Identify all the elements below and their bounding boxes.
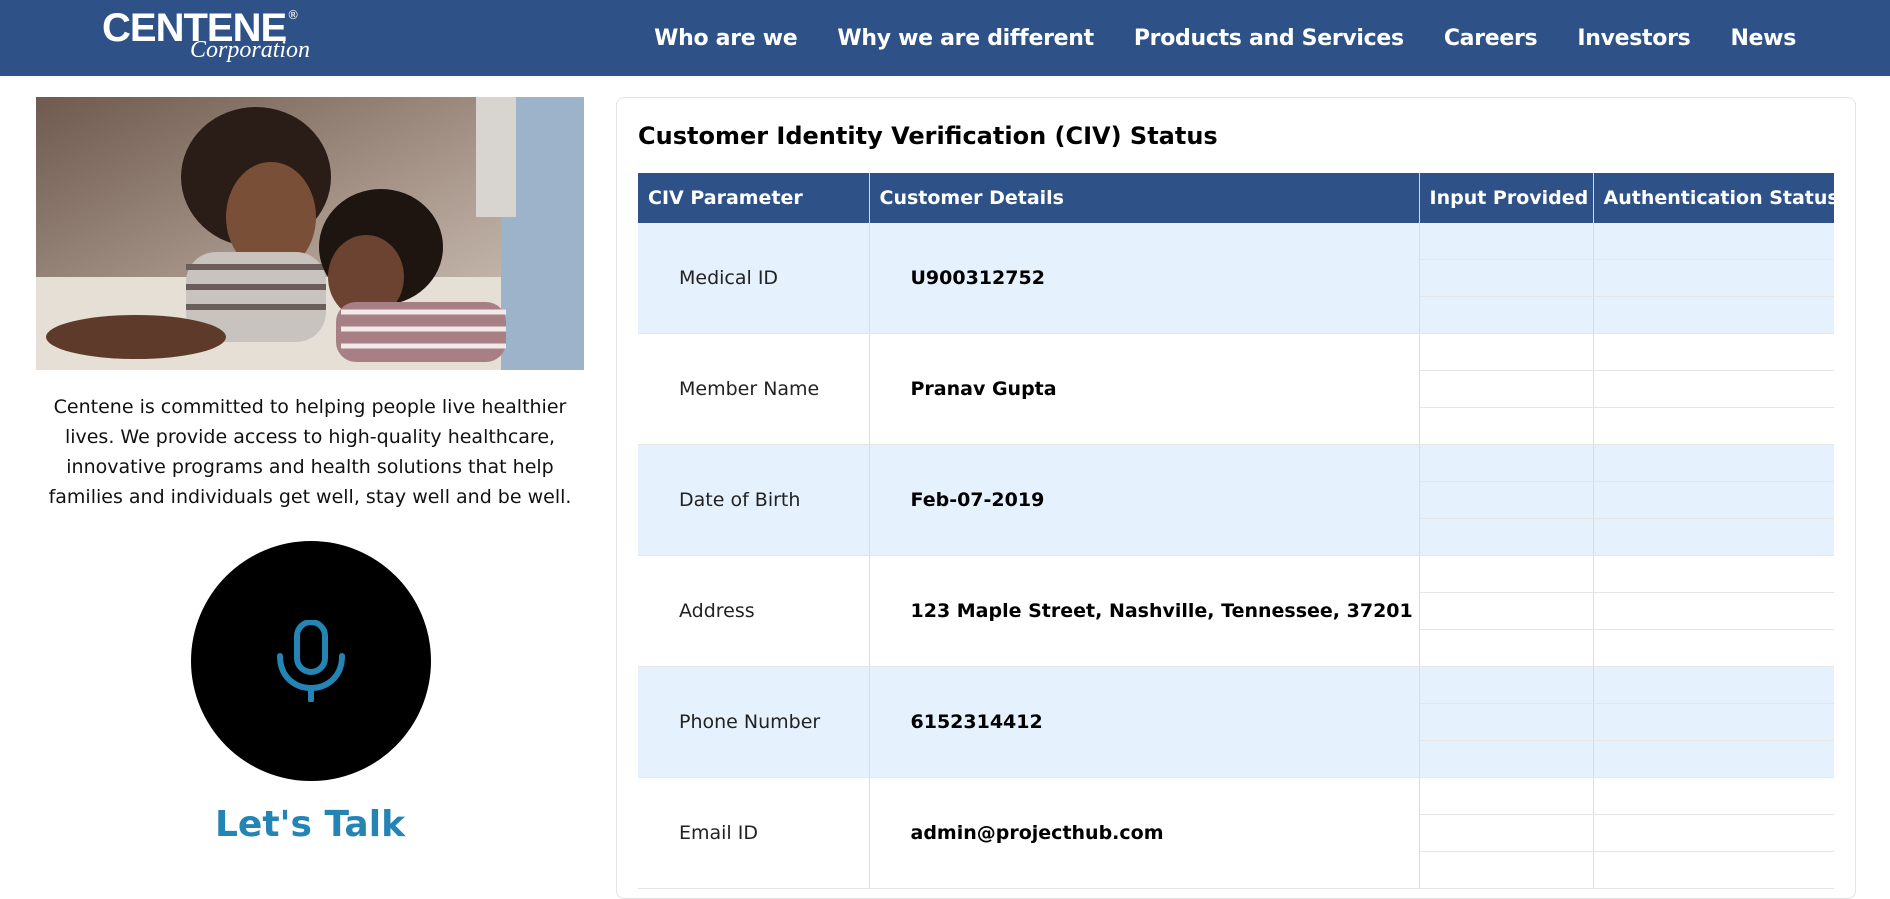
logo-subtitle: Corporation xyxy=(190,37,311,63)
microphone-icon xyxy=(277,620,345,702)
nav-news[interactable]: News xyxy=(1730,26,1796,51)
detail-cell: Feb-07-2019 xyxy=(869,444,1420,556)
detail-cell: U900312752 xyxy=(869,223,1420,334)
param-cell: Date of Birth xyxy=(638,444,870,556)
status-cell xyxy=(1593,333,1834,371)
centene-logo[interactable]: CENTENE® Corporation xyxy=(102,8,310,62)
col-civ-parameter: CIV Parameter xyxy=(638,173,870,223)
detail-cell: Pranav Gupta xyxy=(869,333,1420,445)
family-photo xyxy=(36,97,584,370)
status-cell xyxy=(1593,259,1834,297)
civ-table-header: CIV Parameter Customer Details Input Pro… xyxy=(638,173,1839,223)
input-cell xyxy=(1419,629,1594,667)
input-cell xyxy=(1419,851,1594,889)
status-cell xyxy=(1593,407,1834,445)
status-cell xyxy=(1593,740,1834,778)
status-cell xyxy=(1593,444,1834,482)
nav-careers[interactable]: Careers xyxy=(1444,26,1538,51)
status-cell xyxy=(1593,814,1834,852)
input-cell xyxy=(1419,592,1594,630)
col-customer-details: Customer Details xyxy=(869,173,1420,223)
nav-why-we-are-different[interactable]: Why we are different xyxy=(837,26,1094,51)
voice-assistant-button[interactable] xyxy=(191,541,431,781)
input-cell xyxy=(1419,296,1594,334)
input-cell xyxy=(1419,814,1594,852)
table-row: Address 123 Maple Street, Nashville, Ten… xyxy=(638,555,1834,667)
civ-title: Customer Identity Verification (CIV) Sta… xyxy=(638,122,1218,150)
input-cell xyxy=(1419,703,1594,741)
param-cell: Medical ID xyxy=(638,223,870,334)
table-row: Phone Number 6152314412 xyxy=(638,666,1834,778)
input-cell xyxy=(1419,518,1594,556)
status-cell xyxy=(1593,481,1834,519)
hero-image xyxy=(36,97,584,370)
table-row: Date of Birth Feb-07-2019 xyxy=(638,444,1834,556)
table-row: Email ID admin@projecthub.com xyxy=(638,777,1834,889)
input-cell xyxy=(1419,666,1594,704)
civ-status-card: Customer Identity Verification (CIV) Sta… xyxy=(616,97,1856,899)
status-cell xyxy=(1593,296,1834,334)
status-cell xyxy=(1593,629,1834,667)
table-row: Medical ID U900312752 xyxy=(638,223,1834,334)
status-cell xyxy=(1593,592,1834,630)
nav-who-are-we[interactable]: Who are we xyxy=(654,26,798,51)
input-cell xyxy=(1419,555,1594,593)
main-nav: Who are we Why we are different Products… xyxy=(654,0,1796,76)
status-cell xyxy=(1593,223,1834,260)
input-cell xyxy=(1419,223,1594,260)
logo-registered-mark: ® xyxy=(287,8,300,22)
input-cell xyxy=(1419,407,1594,445)
status-cell xyxy=(1593,777,1834,815)
input-cell xyxy=(1419,777,1594,815)
intro-text: Centene is committed to helping people l… xyxy=(48,396,572,508)
civ-table: CIV Parameter Customer Details Input Pro… xyxy=(638,173,1839,889)
param-cell: Member Name xyxy=(638,333,870,445)
input-cell xyxy=(1419,481,1594,519)
col-authentication-status: Authentication Status xyxy=(1593,173,1839,223)
lets-talk-label: Let's Talk xyxy=(214,804,406,845)
status-cell xyxy=(1593,703,1834,741)
input-cell xyxy=(1419,444,1594,482)
param-cell: Phone Number xyxy=(638,666,870,778)
top-nav-bar: CENTENE® Corporation Who are we Why we a… xyxy=(0,0,1890,76)
input-cell xyxy=(1419,370,1594,408)
nav-investors[interactable]: Investors xyxy=(1577,26,1690,51)
param-cell: Address xyxy=(638,555,870,667)
input-cell xyxy=(1419,333,1594,371)
status-cell xyxy=(1593,851,1834,889)
input-cell xyxy=(1419,259,1594,297)
status-cell xyxy=(1593,555,1834,593)
detail-cell: 6152314412 xyxy=(869,666,1420,778)
status-cell xyxy=(1593,518,1834,556)
detail-cell: 123 Maple Street, Nashville, Tennessee, … xyxy=(869,555,1420,667)
table-row: Member Name Pranav Gupta xyxy=(638,333,1834,445)
input-cell xyxy=(1419,740,1594,778)
status-cell xyxy=(1593,666,1834,704)
nav-products-and-services[interactable]: Products and Services xyxy=(1134,26,1404,51)
col-input-provided: Input Provided xyxy=(1419,173,1594,223)
status-cell xyxy=(1593,370,1834,408)
